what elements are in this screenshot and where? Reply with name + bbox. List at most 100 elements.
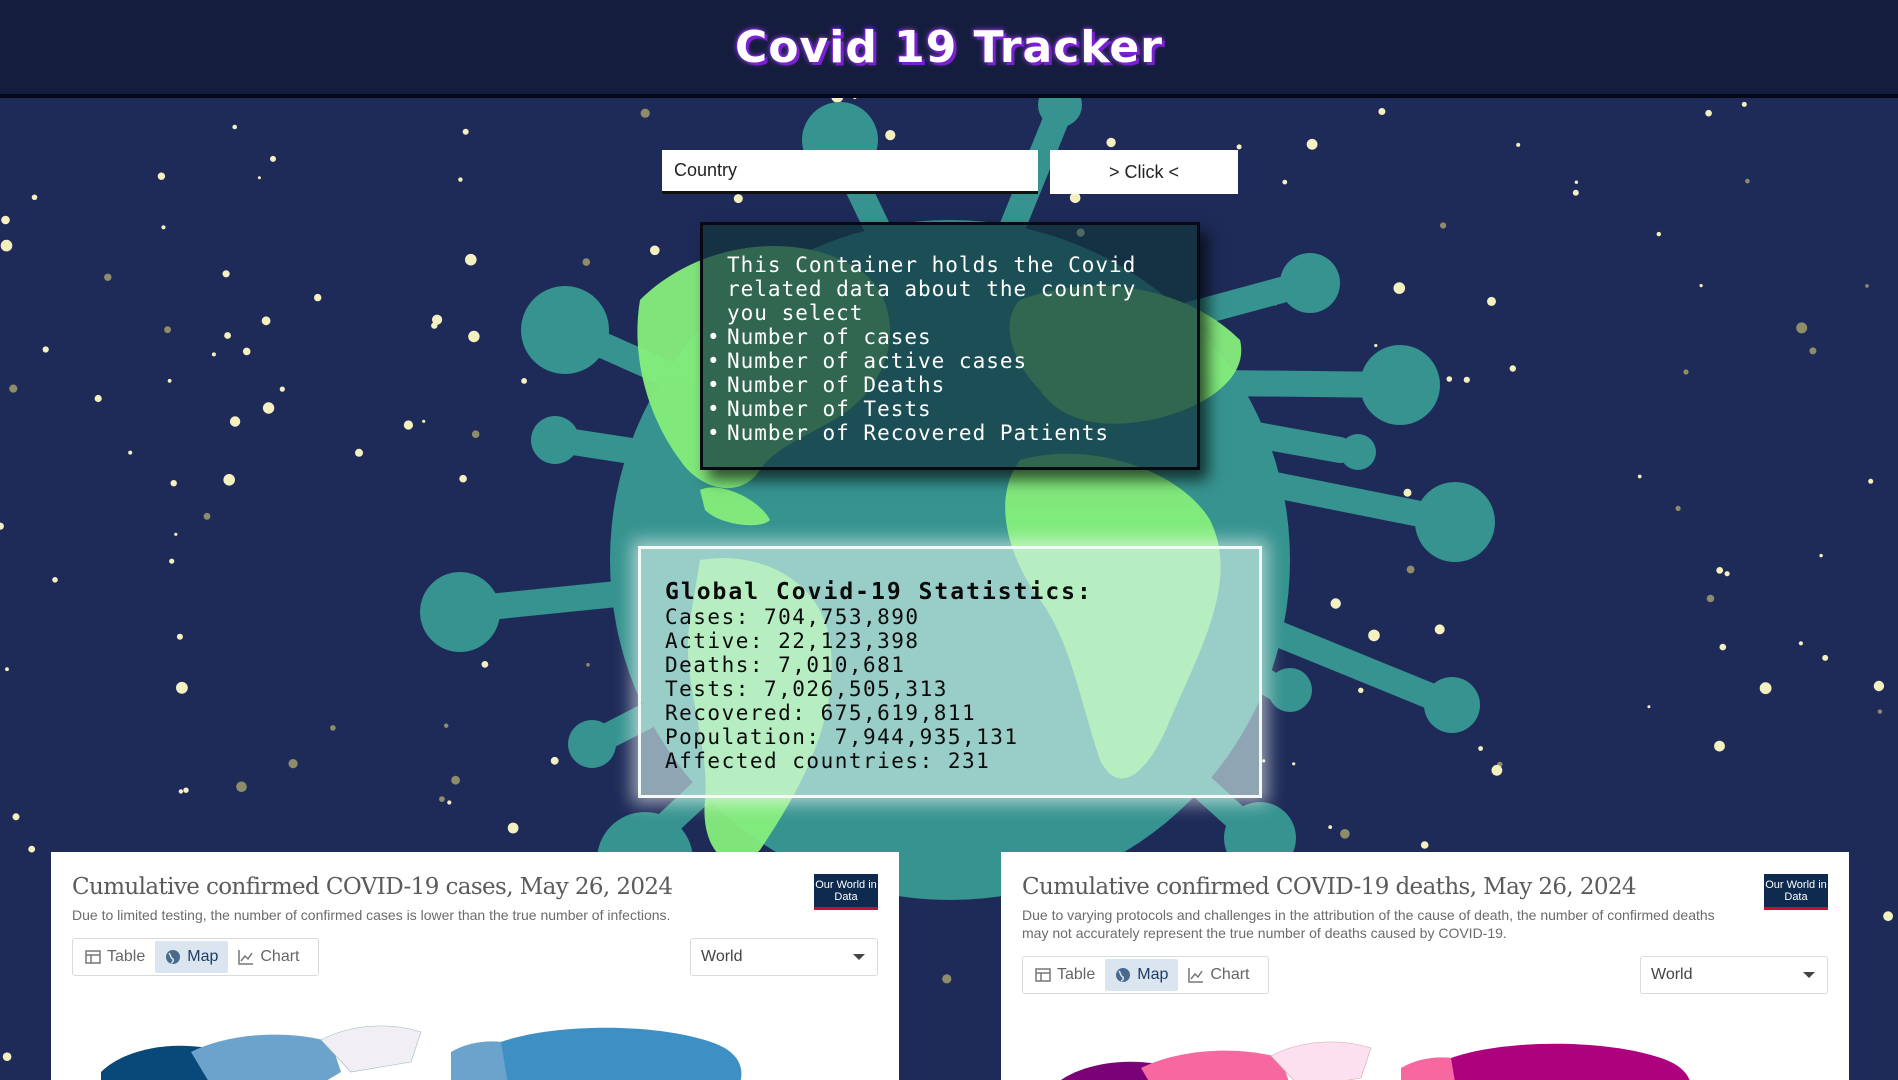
- line-chart-icon: [238, 950, 254, 965]
- list-item: Number of cases: [707, 325, 1109, 349]
- star: [444, 723, 449, 728]
- star: [169, 558, 175, 564]
- star: [178, 789, 184, 794]
- star: [403, 420, 413, 430]
- star: [462, 128, 469, 135]
- line-chart-icon: [1188, 968, 1204, 983]
- star: [31, 194, 38, 201]
- panel-title: Cumulative confirmed COVID-19 deaths, Ma…: [1022, 874, 1637, 900]
- star: [157, 172, 166, 180]
- star: [471, 430, 480, 439]
- list-item: Number of Recovered Patients: [707, 421, 1109, 445]
- star: [1637, 474, 1642, 479]
- star: [94, 394, 102, 403]
- star: [1656, 231, 1662, 237]
- star: [507, 822, 519, 834]
- view-tabs: Table Map Chart: [72, 938, 319, 976]
- star: [521, 378, 527, 384]
- region-select-value: World: [1651, 966, 1693, 983]
- star: [330, 725, 336, 731]
- table-icon: [1035, 968, 1051, 982]
- star: [1292, 762, 1296, 766]
- star: [1675, 505, 1681, 511]
- stat-deaths: Deaths: 7,010,681: [665, 653, 906, 677]
- star: [1378, 108, 1386, 115]
- tab-label: Table: [107, 948, 146, 965]
- star: [170, 480, 177, 487]
- list-item: Number of Tests: [707, 397, 1109, 421]
- star: [12, 813, 20, 821]
- chevron-down-icon: [1803, 972, 1815, 978]
- region-select[interactable]: World: [690, 938, 878, 976]
- tab-table[interactable]: Table: [75, 941, 155, 973]
- star: [431, 322, 438, 329]
- star: [314, 293, 322, 302]
- tab-table[interactable]: Table: [1025, 959, 1105, 991]
- star: [242, 347, 251, 356]
- star: [355, 448, 363, 457]
- star: [465, 253, 477, 266]
- star: [236, 781, 247, 793]
- tab-label: Map: [187, 948, 219, 965]
- star: [1572, 189, 1579, 196]
- star: [261, 316, 271, 326]
- star: [1516, 142, 1521, 147]
- star: [167, 378, 172, 383]
- star: [42, 346, 49, 353]
- info-list: Number of cases Number of active cases N…: [707, 325, 1109, 445]
- star: [161, 225, 166, 230]
- stat-affected-countries: Affected countries: 231: [665, 749, 991, 773]
- star: [0, 239, 13, 252]
- search-button[interactable]: > Click <: [1050, 150, 1238, 194]
- star: [1403, 488, 1412, 497]
- star: [1699, 284, 1703, 288]
- star: [1463, 376, 1470, 383]
- star: [229, 416, 241, 427]
- tab-map[interactable]: Map: [1105, 959, 1179, 991]
- star: [128, 450, 133, 455]
- stat-cases: Cases: 704,753,890: [665, 605, 920, 629]
- tab-chart[interactable]: Chart: [228, 941, 309, 973]
- star: [1446, 376, 1453, 382]
- world-map-cases[interactable]: [91, 1012, 811, 1080]
- star: [1340, 829, 1350, 839]
- tab-label: Table: [1057, 966, 1096, 983]
- country-input[interactable]: [662, 150, 1038, 194]
- star: [1509, 365, 1517, 372]
- star: [1706, 594, 1715, 603]
- tab-map[interactable]: Map: [155, 941, 229, 973]
- region-select-value: World: [701, 948, 743, 965]
- star: [468, 330, 480, 343]
- star: [1330, 598, 1341, 609]
- star: [1798, 641, 1803, 646]
- star: [1705, 109, 1712, 117]
- panel-title: Cumulative confirmed COVID-19 cases, May…: [72, 874, 673, 900]
- app-header: Covid 19 Tracker: [0, 0, 1898, 98]
- star: [1393, 282, 1406, 294]
- star: [458, 177, 463, 182]
- star: [1440, 222, 1447, 229]
- tab-label: Map: [1137, 966, 1169, 983]
- star: [1741, 101, 1747, 107]
- tab-label: Chart: [260, 948, 300, 965]
- star: [1819, 553, 1823, 558]
- star: [1647, 705, 1651, 709]
- view-tabs: Table Map Chart: [1022, 956, 1269, 994]
- globe-icon: [1116, 968, 1131, 982]
- star: [270, 155, 276, 162]
- star: [52, 577, 58, 583]
- star: [0, 522, 4, 530]
- world-map-deaths[interactable]: [1041, 1028, 1761, 1080]
- star: [885, 130, 896, 141]
- tab-chart[interactable]: Chart: [1178, 959, 1259, 991]
- owid-logo[interactable]: Our World in Data: [814, 874, 878, 910]
- stat-tests: Tests: 7,026,505,313: [665, 677, 948, 701]
- region-select[interactable]: World: [1640, 956, 1828, 994]
- star: [447, 800, 452, 805]
- star: [1822, 654, 1829, 661]
- owid-logo[interactable]: Our World in Data: [1764, 874, 1828, 910]
- star: [164, 326, 172, 334]
- star: [176, 633, 183, 640]
- star: [582, 258, 591, 266]
- star: [2, 1052, 12, 1061]
